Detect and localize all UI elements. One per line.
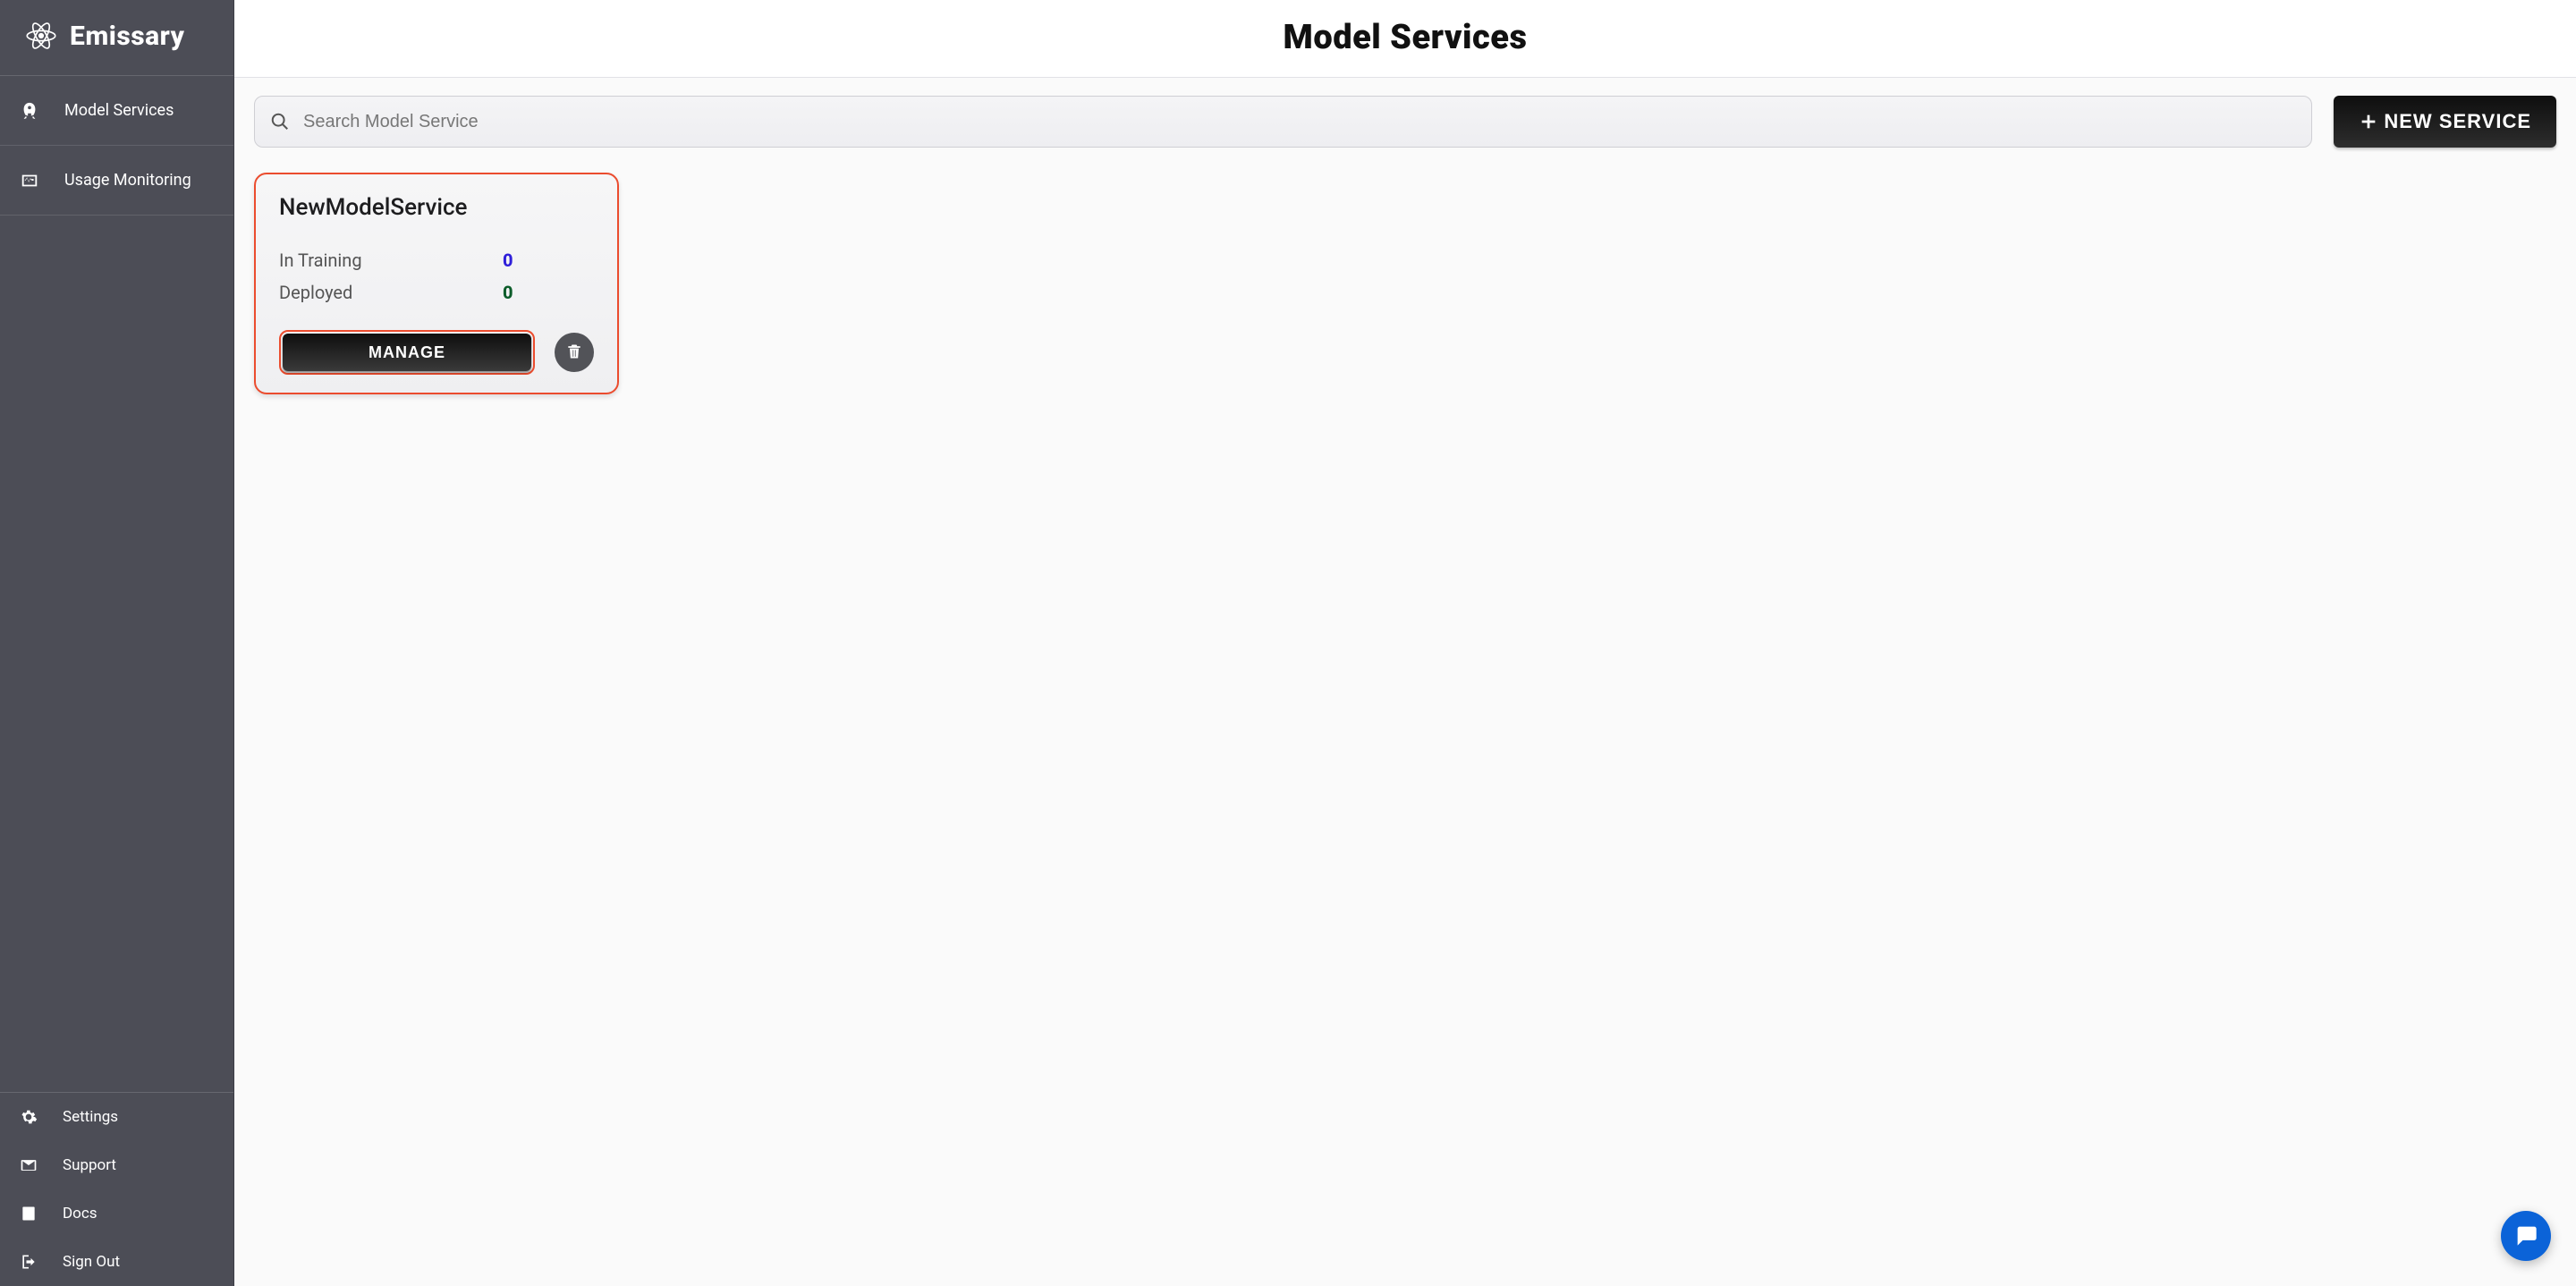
delete-service-button[interactable] [555, 333, 594, 372]
stat-value-training: 0 [503, 250, 513, 271]
page-title: Model Services [234, 18, 2576, 57]
service-card-title: NewModelService [279, 194, 594, 221]
new-service-button[interactable]: NEW SERVICE [2334, 96, 2556, 148]
heartbeat-icon [20, 171, 39, 190]
sidebar-item-support[interactable]: Support [0, 1141, 233, 1189]
sidebar-item-label: Docs [63, 1205, 97, 1223]
sidebar-item-docs[interactable]: Docs [0, 1189, 233, 1238]
stat-row-training: In Training 0 [279, 250, 594, 271]
search-icon [270, 112, 290, 131]
mail-icon [20, 1156, 38, 1174]
sidebar-item-label: Settings [63, 1108, 118, 1126]
search-input[interactable] [254, 96, 2312, 148]
new-service-label: NEW SERVICE [2384, 110, 2531, 133]
main-area: Model Services NEW SERVICE NewMod [234, 0, 2576, 1286]
brand-name: Emissary [70, 21, 184, 52]
page-header: Model Services [234, 0, 2576, 78]
sidebar-item-label: Support [63, 1156, 116, 1174]
sidebar-item-label: Sign Out [63, 1253, 120, 1271]
sidebar: Emissary Model Services Usage Monitoring [0, 0, 234, 1286]
sign-out-icon [20, 1253, 38, 1271]
sidebar-item-label: Usage Monitoring [64, 171, 191, 190]
toolbar: NEW SERVICE [234, 78, 2576, 148]
sidebar-item-usage-monitoring[interactable]: Usage Monitoring [0, 146, 233, 216]
stat-value-deployed: 0 [503, 282, 513, 303]
service-card: NewModelService In Training 0 Deployed 0… [254, 173, 619, 394]
brand-block: Emissary [0, 0, 233, 76]
stat-row-deployed: Deployed 0 [279, 282, 594, 303]
search-input-wrap [254, 96, 2312, 148]
sidebar-item-settings[interactable]: Settings [0, 1093, 233, 1141]
service-card-actions: MANAGE [279, 314, 594, 375]
document-icon [20, 1205, 38, 1223]
services-grid: NewModelService In Training 0 Deployed 0… [234, 148, 2576, 419]
stat-label-deployed: Deployed [279, 282, 503, 303]
manage-button-highlight: MANAGE [279, 330, 535, 375]
stat-label-training: In Training [279, 250, 503, 271]
sidebar-item-label: Model Services [64, 101, 174, 120]
plus-icon [2359, 112, 2378, 131]
nav-footer: Settings Support Docs S [0, 1092, 233, 1286]
sidebar-item-model-services[interactable]: Model Services [0, 76, 233, 146]
rocket-icon [20, 101, 39, 121]
brand-atom-icon [25, 20, 57, 52]
chat-icon [2513, 1223, 2538, 1250]
gear-icon [20, 1108, 38, 1126]
trash-icon [565, 343, 583, 363]
manage-button[interactable]: MANAGE [283, 334, 531, 371]
sidebar-item-sign-out[interactable]: Sign Out [0, 1238, 233, 1286]
chat-launcher-button[interactable] [2501, 1211, 2551, 1261]
nav-primary: Model Services Usage Monitoring [0, 76, 233, 216]
